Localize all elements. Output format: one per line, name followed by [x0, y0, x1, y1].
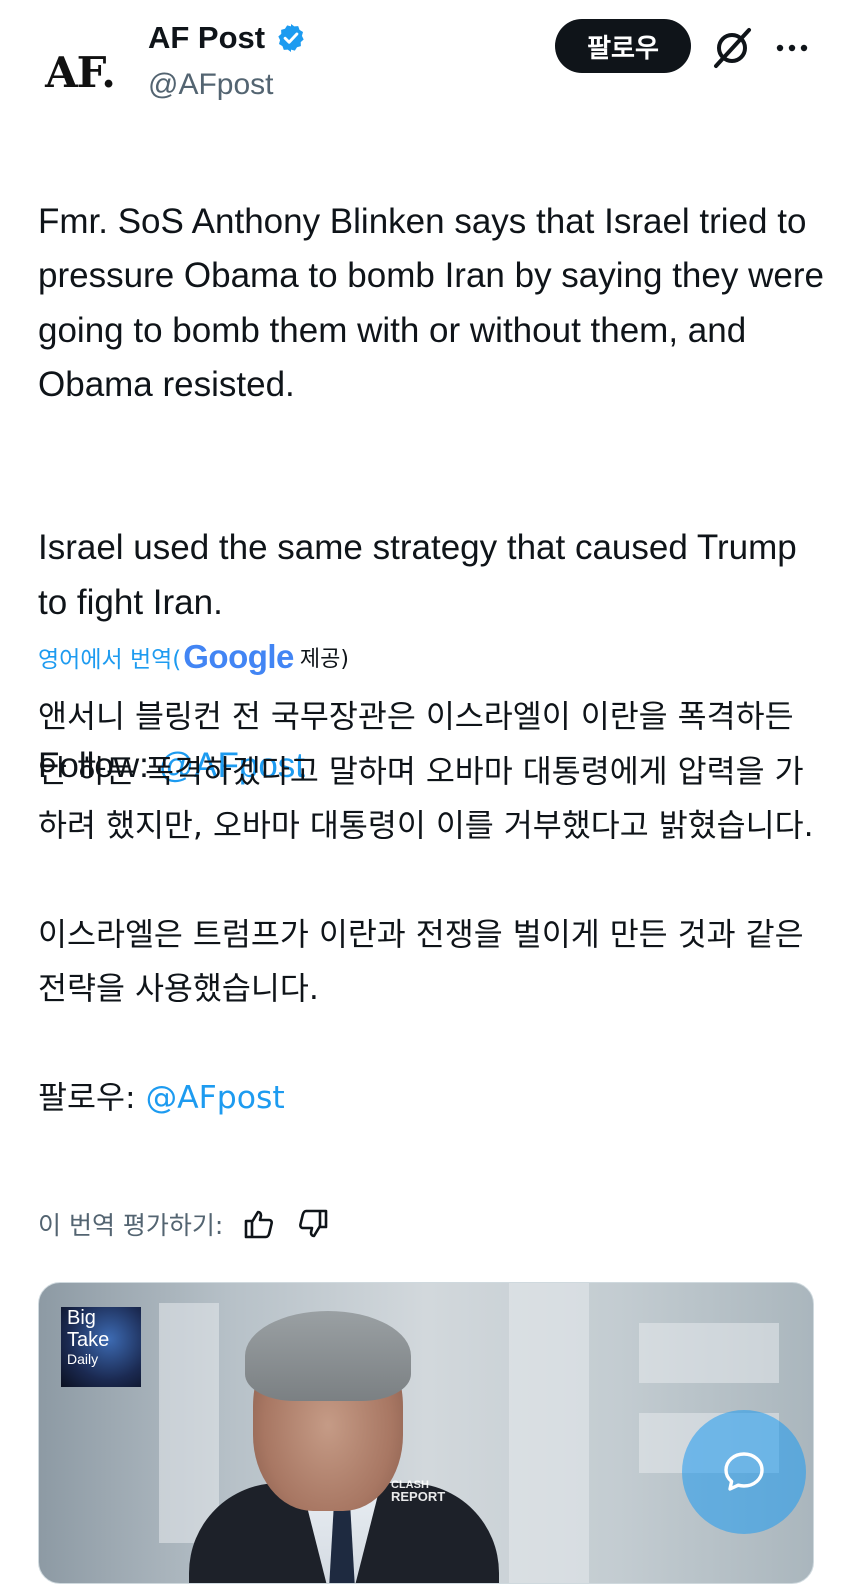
more-dots-icon[interactable]: [772, 28, 812, 68]
google-logo-text: Google: [183, 638, 294, 675]
thumbs-up-icon[interactable]: [241, 1206, 277, 1242]
chat-bubble-icon: [724, 1452, 764, 1491]
verified-badge-icon: [278, 24, 304, 52]
podcast-title-line-1: Big: [67, 1307, 96, 1329]
google-logo: Google: [183, 638, 294, 676]
watermark-line-2: REPORT: [391, 1489, 446, 1504]
rate-translation-row: 이 번역 평가하기:: [38, 1206, 331, 1242]
rate-translation-label: 이 번역 평가하기:: [38, 1211, 224, 1240]
background-window: [509, 1283, 589, 1583]
author-name[interactable]: AF Post: [148, 20, 265, 56]
translated-from-text: 영어에서 번역(: [38, 647, 182, 673]
grok-slash-icon[interactable]: [708, 24, 756, 72]
translated-from-label[interactable]: 영어에서 번역( Google 제공): [38, 638, 349, 676]
translation-paragraph-2: 이스라엘은 트럼프가 이란과 전쟁을 벌이게 만든 것과 같은 전략을 사용했습…: [38, 916, 804, 1008]
channel-watermark: CLASH REPORT: [391, 1479, 445, 1503]
podcast-logo: Big Take Daily: [61, 1307, 141, 1387]
background-window: [639, 1323, 779, 1383]
speaker-hair: [245, 1311, 411, 1401]
follow-button[interactable]: 팔로우: [555, 19, 691, 73]
translation-mention-link[interactable]: @AFpost: [146, 1080, 285, 1116]
floating-chat-button[interactable]: [682, 1410, 806, 1534]
thumbs-down-icon[interactable]: [295, 1206, 331, 1242]
translation-paragraph-1: 앤서니 블링컨 전 국무장관은 이스라엘이 이란을 폭격하든 안 하든 폭격하겠…: [38, 699, 814, 844]
podcast-title-line-2: Take: [67, 1329, 110, 1351]
translation-follow-line: 팔로우: @AFpost: [38, 1071, 828, 1126]
avatar[interactable]: AF.: [38, 30, 122, 114]
author-handle[interactable]: @AFpost: [148, 68, 274, 102]
author-name-row[interactable]: AF Post: [148, 20, 307, 56]
tweet-paragraph-1: Fmr. SoS Anthony Blinken says that Israe…: [38, 201, 824, 405]
tweet-paragraph-2: Israel used the same strategy that cause…: [38, 528, 797, 622]
background-window: [159, 1303, 219, 1543]
podcast-title-line-3: Daily: [67, 1351, 99, 1367]
translation-follow-prefix: 팔로우:: [38, 1079, 146, 1116]
translation-body: 앤서니 블링컨 전 국무장관은 이스라엘이 이란을 폭격하든 안 하든 폭격하겠…: [38, 690, 828, 1125]
provided-by-text: 제공): [299, 647, 349, 672]
avatar-logo-text: AF.: [45, 47, 116, 97]
